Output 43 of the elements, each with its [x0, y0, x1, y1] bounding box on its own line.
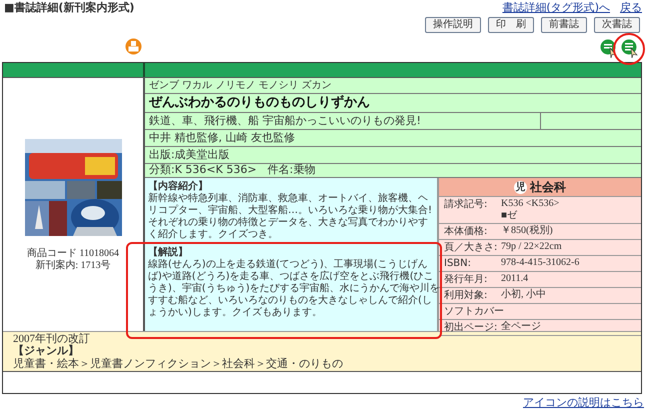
detail-value: 2011.4 [501, 273, 528, 285]
detail-value: ■ゼ [501, 210, 518, 222]
list-cursor-icon[interactable] [600, 39, 617, 58]
page-title: ■書誌詳細(新刊案内形式) [4, 0, 134, 16]
book-title: ぜんぶわかるのりものものしりずかん [149, 94, 370, 112]
detail-label: 初出ページ: [444, 321, 498, 334]
document-cursor-icon[interactable] [621, 39, 638, 58]
description-text: 線路(せんろ)の上を走る鉄道(てつどう)、工事現場(こうじげんば)や道路(どうろ)を走る車、つばさを広げ空をとぶ飛行機(ひこうき)、宇宙(うちゅう)をたびする宇宙船、水にうかんで海や川をすすむ船など、いろいろなのりものを大きなしゃしんで紹介(しょうかい)します。クイズもあります。 [148, 259, 440, 319]
genre-heading: 【ジャンル】 [13, 345, 80, 357]
toolbar-button[interactable]: 次書誌 [594, 17, 640, 33]
book-classification: 分類:K 536<K 536> 件名:乗物 [149, 162, 316, 178]
detail-value: 全ページ [501, 321, 541, 333]
detail-label: 頁／大きさ: [444, 241, 498, 254]
subject-label: 社会科 [530, 179, 566, 196]
book-publisher: 出版:成美堂出版 [149, 146, 230, 163]
detail-value: 978-4-415-31062-6 [501, 257, 580, 269]
catalog-issue: 新刊案内: 1713号 [35, 260, 111, 272]
detail-label: 請求記号: [444, 198, 488, 212]
detail-value: 小初, 小中 [501, 289, 546, 301]
header-link[interactable]: 書誌詳細(タグ形式)へ [502, 0, 610, 17]
detail-label: ソフトカバー [444, 305, 501, 318]
revision-note: 2007年刊の改訂 [13, 333, 91, 345]
book-authors: 中井 精也監修, 山崎 友也監修 [149, 130, 295, 146]
detail-value: ￥850(税別) [501, 225, 553, 237]
detail-label: ISBN: [444, 257, 472, 270]
subject-badge: 児 [514, 180, 527, 194]
description-text: 新幹線や特急列車、消防車、救急車、オートバイ、旅客機、ヘリコプター、宇宙船、大型客船…。いろいろな乗り物が大集合! それぞれの乗り物の特徴とデータを、大きな写真でわかりやすく紹介します。クイズつき。 [148, 193, 432, 241]
detail-value: K536 <K536> [501, 198, 560, 210]
product-code: 商品コード 11018064 [26, 248, 120, 260]
detail-label: 本体価格: [444, 225, 488, 238]
book-subtitle: 鉄道、車、飛行機、船 宇宙船かっこいいのりもの発見! [149, 112, 421, 129]
genre-path: 児童書・絵本＞児童書ノンフィクション＞社会科＞交通・のりもの [13, 357, 344, 370]
detail-value: 79p / 22×22cm [501, 241, 562, 253]
icon-help-link[interactable]: アイコンの説明はこちら [523, 395, 644, 409]
section-heading: 【内容紹介】 [148, 180, 209, 192]
detail-label: 発行年月: [444, 273, 488, 286]
header-link[interactable]: 戻る [620, 0, 642, 17]
detail-label: 利用対象: [444, 289, 488, 302]
toolbar-button[interactable]: 操作説明 [425, 17, 481, 33]
toolbar-button[interactable]: 印 刷 [488, 17, 534, 33]
section-heading: 【解説】 [148, 246, 189, 259]
title-reading: ゼンブ ワカル ノリモノ モノシリ ズカン [149, 78, 332, 93]
toolbar-button[interactable]: 前書誌 [541, 17, 587, 33]
